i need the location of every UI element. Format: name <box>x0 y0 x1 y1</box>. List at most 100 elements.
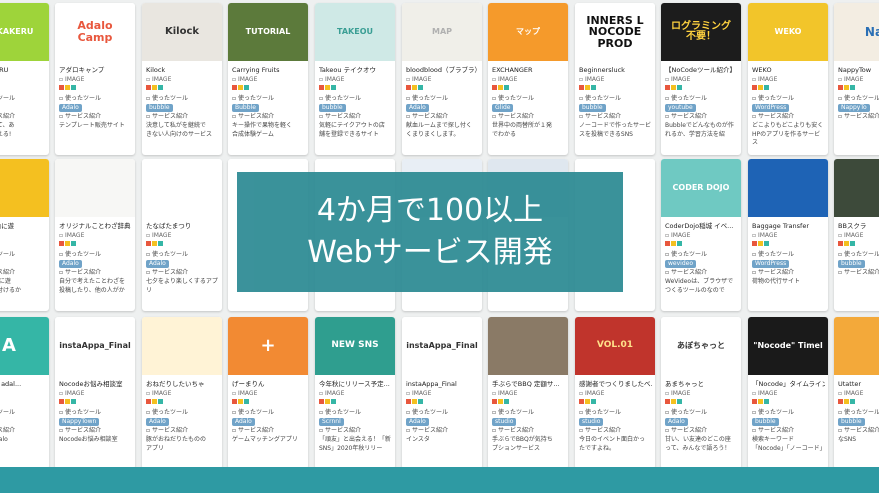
service-card[interactable]: TUTORIAL Carrying Fruits ▫ IMAGE ▫ 使ったツール Bu… <box>228 3 308 155</box>
card-title[interactable]: NappyTow <box>838 65 879 75</box>
card-title[interactable]: 「Nocode」タイムライン <box>752 379 825 389</box>
service-card[interactable]: Kilock Kilock ▫ IMAGE ▫ 使ったツール bubble ▫ サービス紹… <box>142 3 222 155</box>
service-card[interactable]: 手ぶらでBBQ 定額サ... ▫ IMAGE ▫ 使ったツール studio ▫ サービ… <box>488 317 568 469</box>
card-thumbnail[interactable]: Kilock <box>142 3 222 61</box>
card-thumbnail[interactable]: MAP <box>402 3 482 61</box>
tool-tag[interactable]: Adalo <box>406 104 429 112</box>
card-thumbnail[interactable] <box>488 317 568 375</box>
service-card[interactable]: たなばたまつり ▫ IMAGE ▫ 使ったツール Adalo ▫ サービス紹介 七夕をより… <box>142 159 222 311</box>
card-thumbnail[interactable]: ログラミング 不要！ <box>661 3 741 61</box>
service-card[interactable]: instaAppa_Final instaAppa_Final ▫ IMAGE ▫ 使… <box>402 317 482 469</box>
card-thumbnail[interactable] <box>142 159 222 217</box>
card-title[interactable]: 回ろう！ adal... <box>0 379 46 389</box>
card-title[interactable]: アダロキャンプ <box>59 65 132 75</box>
card-thumbnail[interactable]: Adalo Camp <box>55 3 135 61</box>
service-card[interactable]: NEW SNS 今年秋にリリース予定... ▫ IMAGE ▫ 使ったツール Scrnn… <box>315 317 395 469</box>
service-card[interactable]: マップ EXCHANGER ▫ IMAGE ▫ 使ったツール Glide ▫ サービス紹介… <box>488 3 568 155</box>
service-card[interactable]: "Nocode" Timel 「Nocode」タイムライン ▫ IMAGE ▫ 使った… <box>748 317 828 469</box>
service-card[interactable]: Utatter ▫ IMAGE ▫ 使ったツール bubble ▫ サービス紹介 なSNS <box>834 317 879 469</box>
tool-tag[interactable]: bubble <box>752 418 779 426</box>
card-thumbnail[interactable]: あぼちゃっと <box>661 317 741 375</box>
service-card[interactable]: Na NappyTow▫ IMAGE ▫ 使ったツール NappyTo▫ サービス紹介 <box>834 3 879 155</box>
service-card[interactable]: 童は 自由に遊▫ IMAGE▫ 使ったツールAdalo▫ サービス紹介童は 自由… <box>0 159 49 311</box>
tool-tag[interactable]: WordPress <box>752 104 790 112</box>
tool-tag[interactable]: bubble <box>838 418 865 426</box>
card-title[interactable]: 感謝者でつくりましたべ... <box>579 379 652 389</box>
card-thumbnail[interactable]: TAKEOU <box>315 3 395 61</box>
card-title[interactable]: 手ぶらでBBQ 定額サ... <box>492 379 565 389</box>
card-title[interactable]: CoderDojo稲城 イベ... <box>665 221 738 231</box>
card-title[interactable]: Baggage Transfer <box>752 221 825 231</box>
tool-tag[interactable]: bubble <box>146 104 173 112</box>
card-thumbnail[interactable]: instaAppa_Final <box>55 317 135 375</box>
service-card[interactable]: あぼちゃっと あまちゃっと ▫ IMAGE ▫ 使ったツール Adalo ▫ サービス紹介… <box>661 317 741 469</box>
service-card[interactable]: WEKO WEKO ▫ IMAGE ▫ 使ったツール WordPress ▫ サービス紹介… <box>748 3 828 155</box>
service-card[interactable]: MAP bloodblood（ブラブラ） ▫ IMAGE ▫ 使ったツール Adalo ▫… <box>402 3 482 155</box>
tool-tag[interactable]: Adalo <box>232 418 255 426</box>
card-title[interactable]: bloodblood（ブラブラ） <box>406 65 479 75</box>
tool-tag[interactable]: wevideo <box>665 260 696 268</box>
tool-tag[interactable]: youtube <box>665 104 696 112</box>
tool-tag[interactable]: Scrnnl <box>319 418 344 426</box>
card-thumbnail[interactable] <box>748 159 828 217</box>
card-thumbnail[interactable] <box>142 317 222 375</box>
card-thumbnail[interactable]: NEW SNS <box>315 317 395 375</box>
card-title[interactable]: WEKO <box>752 65 825 75</box>
card-title[interactable]: 【NoCodeツール紹介】 <box>665 65 738 75</box>
card-title[interactable]: 童は 自由に遊 <box>0 221 46 231</box>
card-title[interactable]: 今年秋にリリース予定... <box>319 379 392 389</box>
card-title[interactable]: オリジナルことわざ辞典 <box>59 221 132 231</box>
service-card[interactable]: BBスクラ ▫ IMAGE ▫ 使ったツール bubble ▫ サービス紹介 <box>834 159 879 311</box>
card-title[interactable]: EXCHANGER <box>492 65 565 75</box>
tool-tag[interactable]: NappyTown <box>59 418 100 426</box>
service-card[interactable]: VOL.01 感謝者でつくりましたべ... ▫ IMAGE ▫ 使ったツール studi… <box>575 317 655 469</box>
card-thumbnail[interactable]: A <box>0 317 49 375</box>
service-card[interactable]: A回ろう！ adal...▫ IMAGE▫ 使ったツールAdalo▫ サービス紹… <box>0 317 49 469</box>
card-title[interactable]: DEKAKERU <box>0 65 46 75</box>
card-title[interactable]: BBスクラ <box>838 221 879 231</box>
card-thumbnail[interactable]: TUTORIAL <box>228 3 308 61</box>
card-title[interactable]: あまちゃっと <box>665 379 738 389</box>
card-thumbnail[interactable] <box>55 159 135 217</box>
tool-tag[interactable]: NappyTo <box>838 104 870 112</box>
tool-tag[interactable]: Adalo <box>146 260 169 268</box>
card-thumbnail[interactable]: Na <box>834 3 879 61</box>
tool-tag[interactable]: studio <box>492 418 517 426</box>
service-card[interactable]: instaAppa_Final Nocodeお悩み相談室 ▫ IMAGE ▫ 使ったツ… <box>55 317 135 469</box>
card-thumbnail[interactable]: INNERS L NOCODE PROD <box>575 3 655 61</box>
card-title[interactable]: Takeou テイクオウ <box>319 65 392 75</box>
service-card[interactable]: + げーまりん ▫ IMAGE ▫ 使ったツール Adalo ▫ サービス紹介 ゲームマッチ… <box>228 317 308 469</box>
card-thumbnail[interactable]: CODER DOJO <box>661 159 741 217</box>
tool-tag[interactable]: Adalo <box>59 260 82 268</box>
card-title[interactable]: たなばたまつり <box>146 221 219 231</box>
tool-tag[interactable]: bubble <box>838 260 865 268</box>
card-title[interactable]: げーまりん <box>232 379 305 389</box>
service-card[interactable]: オリジナルことわざ辞典 ▫ IMAGE ▫ 使ったツール Adalo ▫ サービス紹介自… <box>55 159 135 311</box>
service-card[interactable]: CODER DOJO CoderDojo稲城 イベ... ▫ IMAGE ▫ 使ったツ… <box>661 159 741 311</box>
card-title[interactable]: instaAppa_Final <box>406 379 479 389</box>
tool-tag[interactable]: studio <box>579 418 604 426</box>
service-card[interactable]: INNERS L NOCODE PROD Beginnersluck ▫ IMAGE… <box>575 3 655 155</box>
service-card[interactable]: ログラミング 不要！ 【NoCodeツール紹介】 ▫ IMAGE ▫ 使ったツール yo… <box>661 3 741 155</box>
card-title[interactable]: Carrying Fruits <box>232 65 305 75</box>
card-thumbnail[interactable] <box>834 159 879 217</box>
card-thumbnail[interactable]: + <box>228 317 308 375</box>
card-thumbnail[interactable]: マップ <box>488 3 568 61</box>
card-thumbnail[interactable] <box>834 317 879 375</box>
service-card[interactable]: TAKEOU Takeou テイクオウ ▫ IMAGE ▫ 使ったツール bubble ▫… <box>315 3 395 155</box>
tool-tag[interactable]: bubble <box>579 104 606 112</box>
service-card[interactable]: DEKAKERUDEKAKERU▫ IMAGE▫ 使ったツールAdalo▫ サー… <box>0 3 49 155</box>
tool-tag[interactable]: Glide <box>492 104 514 112</box>
tool-tag[interactable]: Adalo <box>59 104 82 112</box>
tool-tag[interactable]: Bubble <box>232 104 259 112</box>
tool-tag[interactable]: bubble <box>319 104 346 112</box>
card-thumbnail[interactable]: instaAppa_Final <box>402 317 482 375</box>
service-card[interactable]: Baggage Transfer ▫ IMAGE ▫ 使ったツール WordPress… <box>748 159 828 311</box>
card-thumbnail[interactable] <box>0 159 49 217</box>
card-thumbnail[interactable]: "Nocode" Timel <box>748 317 828 375</box>
card-title[interactable]: Kilock <box>146 65 219 75</box>
tool-tag[interactable]: Adalo <box>665 418 688 426</box>
card-title[interactable]: おねだりしたいちゃ <box>146 379 219 389</box>
card-title[interactable]: Beginnersluck <box>579 65 652 75</box>
tool-tag[interactable]: Adalo <box>146 418 169 426</box>
